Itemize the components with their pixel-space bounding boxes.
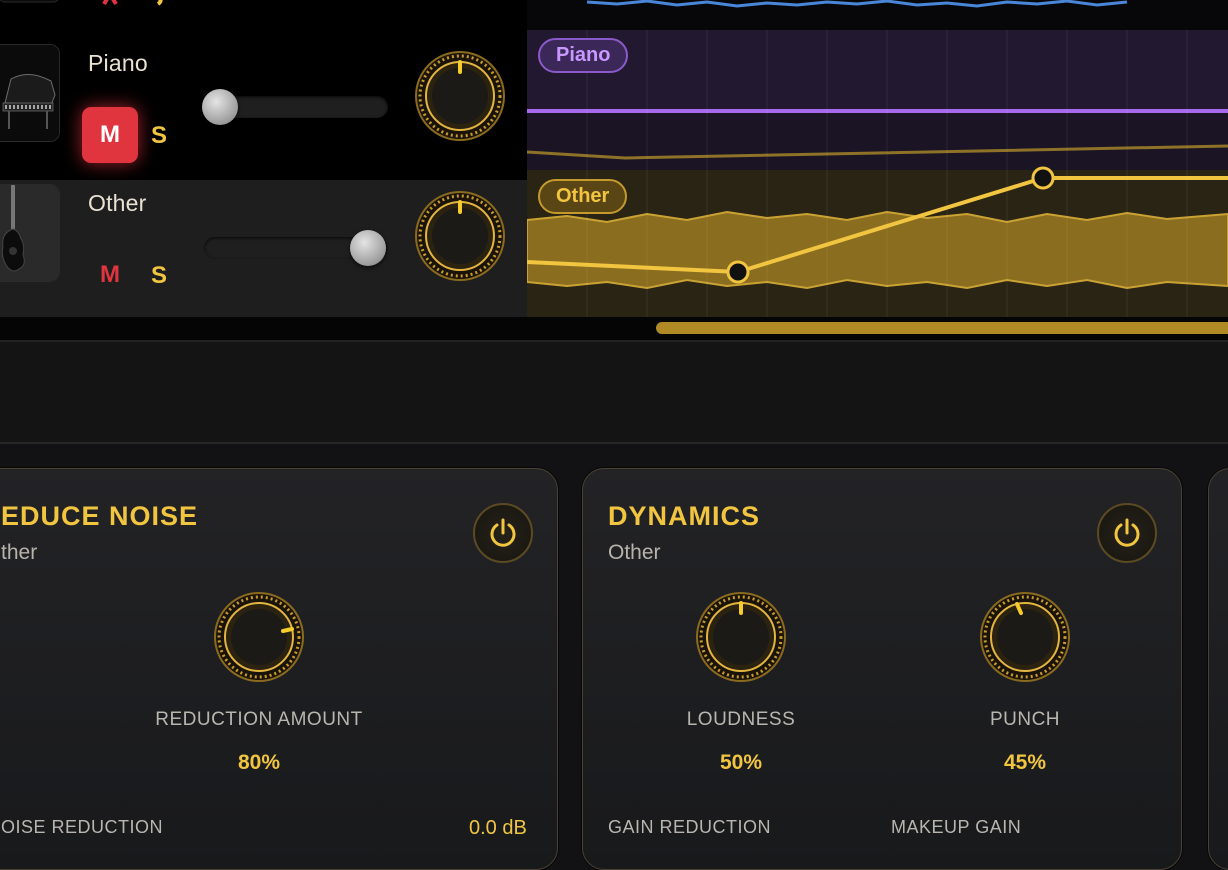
- lane-tag-other[interactable]: Other: [538, 179, 628, 214]
- param-label: REDUCTION AMOUNT: [155, 709, 363, 730]
- partial-track-controls: [0, 0, 163, 6]
- track-name-piano: Piano: [88, 50, 148, 76]
- track-name-other: Other: [88, 190, 147, 216]
- lane-graphics: [527, 0, 1228, 317]
- lane-tag-piano[interactable]: Piano: [538, 38, 629, 73]
- guitar-image: [0, 185, 59, 281]
- reduction-amount-knob[interactable]: [213, 591, 305, 683]
- footer-label: OISE REDUCTION: [1, 817, 164, 837]
- loudness-knob[interactable]: [695, 591, 787, 683]
- solo-button-piano[interactable]: S: [151, 122, 167, 150]
- panel-title: DYNAMICS: [608, 501, 761, 531]
- param-label: LOUDNESS: [686, 709, 796, 730]
- volume-slider-thumb[interactable]: [350, 230, 386, 266]
- pan-knob-other[interactable]: [414, 190, 506, 282]
- automation-point[interactable]: [1031, 166, 1055, 190]
- footer-label: MAKEUP GAIN: [891, 817, 1022, 837]
- spacer-strip: [0, 342, 1228, 442]
- track-row-partial: [0, 0, 527, 30]
- panel-title: EDUCE NOISE: [1, 501, 199, 531]
- reduce-noise-panel: EDUCE NOISE ther REDUCTION AMOUNT 80% OI…: [0, 468, 558, 870]
- power-button[interactable]: [473, 503, 533, 563]
- power-button[interactable]: [1097, 503, 1157, 563]
- power-icon: [1114, 518, 1140, 547]
- param-value: 45%: [1003, 751, 1047, 774]
- punch-knob[interactable]: [979, 591, 1071, 683]
- footer-value: 0.0 dB: [469, 817, 527, 839]
- param-value: 50%: [719, 751, 763, 774]
- pan-knob-piano[interactable]: [414, 50, 506, 142]
- footer-label: GAIN REDUCTION: [608, 817, 772, 837]
- volume-slider-other[interactable]: [204, 230, 388, 266]
- automation-point[interactable]: [726, 260, 750, 284]
- panel-subtitle: Other: [608, 541, 661, 564]
- dynamics-panel: DYNAMICS Other LOUDNESS 50% PUNCH 45% GA…: [582, 468, 1182, 870]
- param-value: 80%: [237, 751, 281, 774]
- track-head-other: Other M S: [0, 180, 527, 317]
- power-icon: [490, 518, 516, 547]
- mute-button-piano[interactable]: M: [82, 107, 138, 163]
- track-area: Piano M S Other M S Piano Other: [0, 0, 1228, 340]
- piano-image: [0, 45, 59, 141]
- divider: [0, 442, 1228, 444]
- mute-button-other[interactable]: M: [82, 247, 138, 303]
- solo-button-other[interactable]: S: [151, 262, 167, 290]
- volume-slider-thumb[interactable]: [202, 89, 238, 125]
- timeline-lanes[interactable]: Piano Other: [527, 0, 1228, 317]
- param-label: PUNCH: [989, 709, 1061, 730]
- timeline-scrollbar[interactable]: [656, 322, 1228, 334]
- other-thumbnail: [0, 184, 60, 282]
- piano-thumbnail: [0, 44, 60, 142]
- effect-panel-partial: [1208, 468, 1228, 870]
- track-head-piano: Piano M S: [0, 30, 527, 180]
- panel-subtitle: ther: [1, 541, 38, 564]
- volume-slider-piano[interactable]: [202, 89, 388, 125]
